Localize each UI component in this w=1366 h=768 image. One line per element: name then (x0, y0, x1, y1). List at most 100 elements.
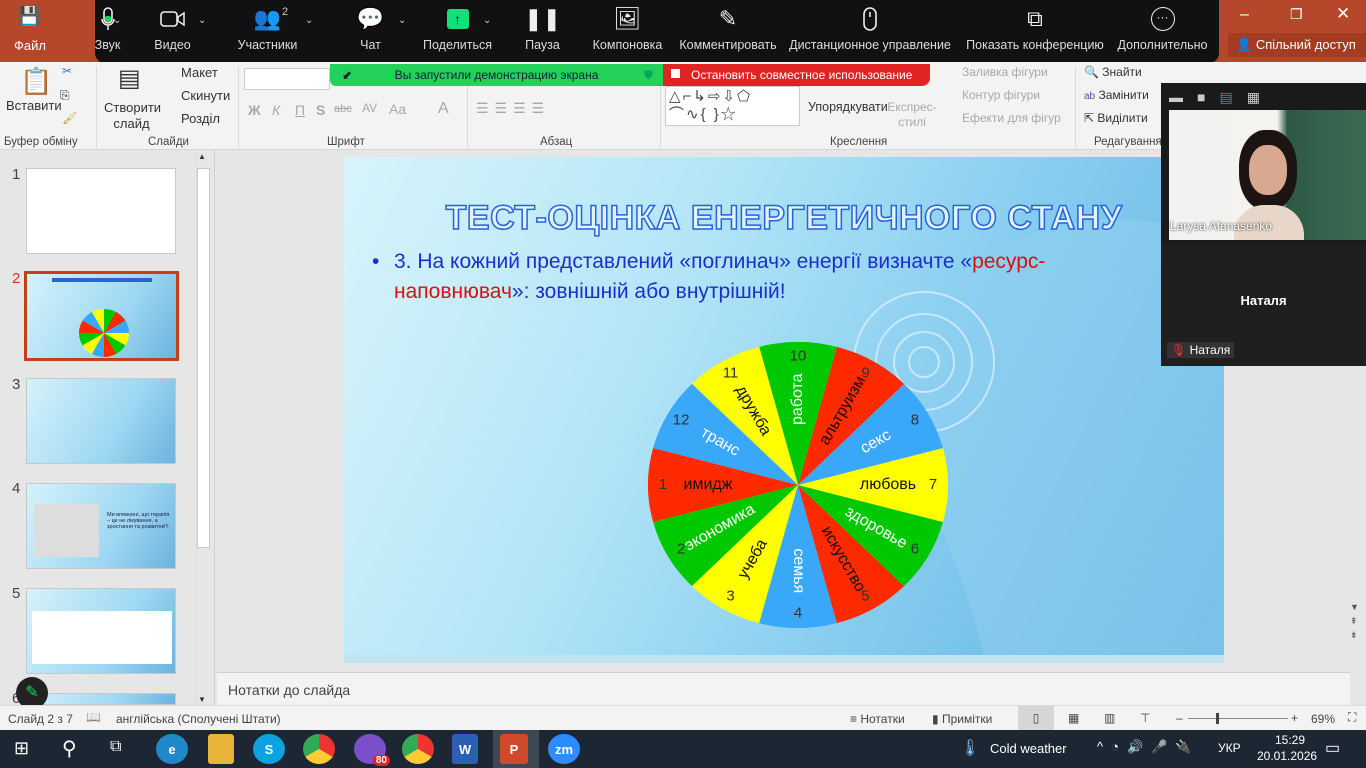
scroll-thumb[interactable] (197, 168, 210, 548)
slide-thumbnail-2[interactable] (24, 271, 179, 361)
zoom-in-button[interactable]: + (1291, 711, 1298, 725)
slide-canvas[interactable]: ТЕСТ-ОЦІНКА ЕНЕРГЕТИЧНОГО СТАНУ • 3. На к… (344, 157, 1224, 655)
chat-button[interactable]: 💬 Чат (333, 0, 408, 63)
video-button[interactable]: Видео (135, 0, 210, 63)
align-buttons[interactable]: ☰☰☰☰ (476, 100, 550, 117)
task-view-icon[interactable]: ⧉ (110, 738, 121, 756)
shape-outline-button[interactable]: Контур фігури (962, 88, 1040, 102)
paragraph-group-label: Абзац (540, 136, 573, 148)
file-tab[interactable]: Файл (14, 38, 46, 53)
stop-share-button[interactable]: Остановить совместное использование (663, 64, 930, 86)
strikethrough-button[interactable]: abc (334, 103, 352, 115)
notes-button[interactable]: ≡ Нотатки (850, 712, 905, 726)
input-language[interactable]: УКР (1218, 741, 1241, 755)
edge-icon[interactable]: e (156, 734, 188, 764)
chevron-down-icon[interactable]: ⌄ (305, 15, 313, 26)
comments-button[interactable]: ▮ Примітки (932, 712, 992, 726)
layout-button[interactable]: 🖼 Компоновка (590, 0, 665, 63)
thumbnail-scrollbar[interactable]: ▲ ▼ (196, 152, 211, 704)
save-icon[interactable]: 💾 (18, 6, 40, 27)
shape-effects-button[interactable]: Ефекти для фігур (962, 111, 1061, 125)
chevron-down-icon[interactable]: ⌄ (483, 15, 491, 26)
share-screen-button[interactable]: ↑ Поделиться (420, 0, 495, 63)
zoom-slider[interactable] (1188, 713, 1288, 724)
chevron-down-icon[interactable]: ⌄ (113, 15, 121, 26)
more-button[interactable]: ··· Дополнительно (1115, 0, 1210, 63)
spellcheck-icon[interactable]: 📖 (86, 710, 101, 724)
char-spacing-button[interactable]: AV (362, 101, 377, 115)
slideshow-button[interactable]: ⊤ (1140, 711, 1150, 725)
replace-button[interactable]: ab Замінити (1084, 88, 1149, 102)
word-icon[interactable]: W (452, 734, 478, 764)
close-button[interactable]: ✕ (1336, 4, 1350, 24)
paste-icon[interactable]: 📋 (20, 66, 52, 97)
chrome-profile-icon[interactable] (402, 734, 434, 764)
file-explorer-icon[interactable] (208, 734, 234, 764)
slide-thumbnail-3[interactable] (26, 378, 176, 464)
pie-number: 11 (723, 365, 739, 382)
italic-button[interactable]: К (272, 102, 280, 118)
copy-icon[interactable]: ⎘ (60, 88, 70, 103)
layout-button[interactable]: Макет (181, 65, 218, 80)
participant-tile[interactable]: Наталя 🎙 Наталя (1161, 243, 1366, 366)
audio-button[interactable]: Звук (70, 0, 145, 63)
zoom-icon[interactable]: zm (548, 734, 580, 764)
slide-thumbnail-4[interactable]: Ми впевнені, що терапія – це не лікуванн… (26, 483, 176, 569)
font-name-input[interactable] (244, 68, 330, 90)
fit-to-window-icon[interactable]: ⛶ (1348, 710, 1356, 725)
format-painter-icon[interactable]: 🖌 (62, 111, 77, 125)
slide-sorter-button[interactable]: ▦ (1068, 711, 1079, 725)
participants-button[interactable]: 👥 Участники (230, 0, 305, 63)
language-indicator[interactable]: англійська (Сполучені Штати) (116, 712, 281, 726)
weather-widget[interactable]: Cold weather (990, 741, 1067, 756)
arrange-button[interactable]: Упорядкувати (808, 100, 888, 114)
reset-button[interactable]: Скинути (181, 88, 230, 103)
quick-styles-button[interactable]: Експрес-стилі (886, 100, 938, 130)
minimize-button[interactable]: – (1240, 6, 1249, 24)
slide-thumbnail-6[interactable] (26, 693, 176, 705)
clock-date[interactable]: 20.01.2026 (1257, 749, 1317, 763)
skype-icon[interactable]: S (253, 734, 285, 764)
shadow-button[interactable]: S (316, 102, 325, 118)
restore-button[interactable]: ❐ (1290, 6, 1303, 23)
zoom-level[interactable]: 69% (1311, 712, 1335, 726)
share-button[interactable]: 👤 Спільний доступ (1228, 33, 1366, 57)
shape-fill-button[interactable]: Заливка фігури (962, 65, 1048, 79)
underline-button[interactable]: П (295, 102, 305, 118)
speaker-video[interactable]: Larysa Afanasenko (1169, 110, 1366, 240)
clock-time[interactable]: 15:29 (1268, 733, 1312, 747)
notes-pane[interactable]: Нотатки до слайда (217, 672, 1350, 705)
pie-number: 2 (677, 540, 685, 557)
new-slide-button[interactable]: Створити слайд (104, 100, 161, 132)
zoom-out-button[interactable]: – (1176, 711, 1183, 725)
slide-thumbnail-1[interactable] (26, 168, 176, 254)
bold-button[interactable]: Ж (248, 102, 261, 118)
powerpoint-icon[interactable]: P (500, 734, 528, 764)
search-icon[interactable]: ⚲ (62, 736, 77, 761)
reading-view-button[interactable]: ▥ (1104, 711, 1115, 725)
slide-thumbnail-5[interactable] (26, 588, 176, 674)
notifications-icon[interactable]: ▭ (1325, 738, 1340, 758)
annotate-button[interactable]: ✎ Комментировать (678, 0, 778, 63)
paste-button[interactable]: Вставити (6, 98, 62, 113)
chevron-down-icon[interactable]: ⌄ (198, 15, 206, 26)
show-meeting-button[interactable]: ⧉ Показать конференцию (965, 0, 1105, 63)
normal-view-button[interactable]: ▯ (1018, 706, 1054, 730)
find-button[interactable]: 🔍 Знайти (1084, 65, 1142, 79)
section-button[interactable]: Розділ (181, 111, 220, 126)
cut-icon[interactable]: ✂ (62, 64, 72, 78)
speaker-face (1249, 145, 1287, 195)
chevron-down-icon[interactable]: ⌄ (398, 15, 406, 26)
change-case-button[interactable]: Aa (389, 101, 406, 117)
pause-button[interactable]: ❚❚ Пауза (505, 0, 580, 63)
shapes-gallery[interactable]: △⌐↳⇨⇩⬠ ⌒∿{ }☆ (665, 86, 800, 126)
slide-nav-arrows[interactable]: ▼ ⇞ ⇟ (1350, 600, 1359, 642)
remote-control-button[interactable]: Дистанционное управление (789, 0, 951, 63)
font-color-button[interactable]: A (438, 100, 449, 118)
chrome-icon[interactable] (303, 734, 335, 764)
select-button[interactable]: ⇱ Виділити (1084, 111, 1148, 125)
view-mode-buttons[interactable]: ▬■▤▦ (1169, 89, 1274, 106)
windows-start-icon[interactable]: ⊞ (14, 738, 29, 759)
tray-icons[interactable]: ^◔🔊🎤🔌 (1097, 739, 1200, 755)
viber-icon[interactable]: 80 (354, 734, 390, 766)
